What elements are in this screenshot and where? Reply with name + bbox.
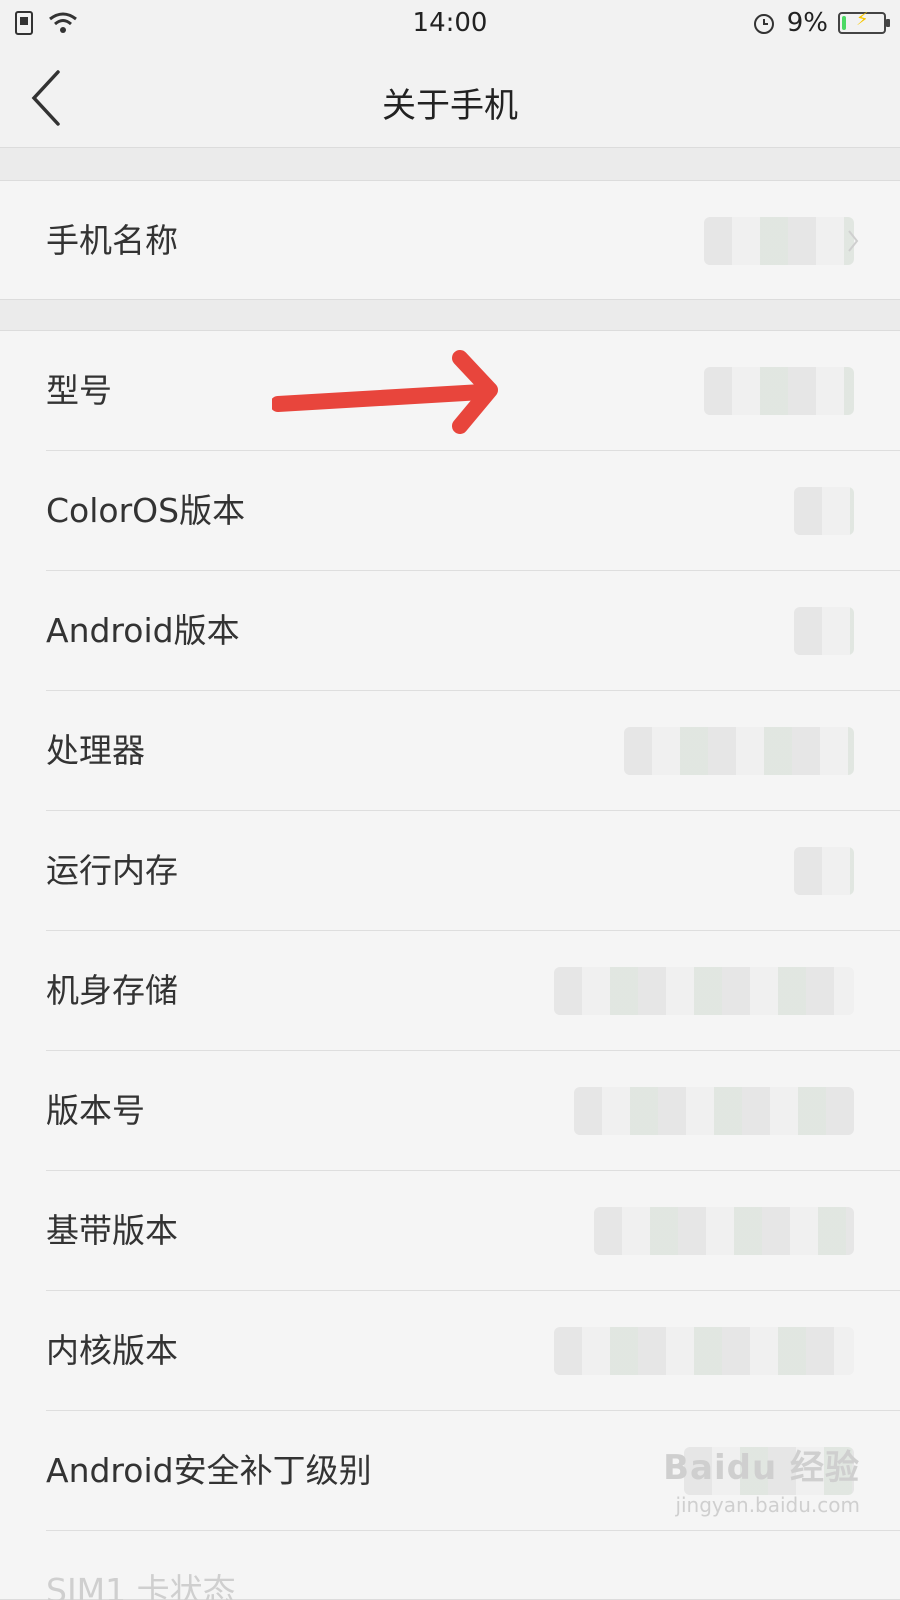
list-item-coloros-version: ColorOS版本 [0, 451, 900, 571]
list-item-baseband-version: 基带版本 [0, 1171, 900, 1291]
list-item-label: Android版本 [46, 611, 240, 650]
list-item-label: 内核版本 [46, 1331, 178, 1370]
list-item-label: 版本号 [46, 1091, 145, 1130]
value-redacted [554, 967, 854, 1015]
watermark: Baidu 经验 jingyan.baidu.com [663, 1440, 860, 1517]
value-redacted [704, 367, 854, 415]
list-item-label: SIM1 卡状态 [46, 1571, 236, 1600]
status-right: 9% ⚡ [751, 8, 890, 38]
battery-fill [842, 16, 846, 30]
list-item-phone-name[interactable]: 手机名称 [0, 181, 900, 301]
alarm-icon [753, 14, 774, 34]
arrow-shaft [272, 384, 490, 412]
value-redacted [574, 1087, 854, 1135]
list-item-build-number: 版本号 [0, 1051, 900, 1171]
settings-group-info: 型号 ColorOS版本 Android版本 处理器 运行内存 机身存储 版本号… [0, 330, 900, 1600]
list-item-ram: 运行内存 [0, 811, 900, 931]
list-item-label: 基带版本 [46, 1211, 178, 1250]
list-item-label: 机身存储 [46, 971, 178, 1010]
value-redacted [794, 847, 854, 895]
page-title: 关于手机 [382, 86, 518, 126]
value-redacted [554, 1327, 854, 1375]
chevron-right-icon [848, 230, 859, 252]
list-item-label: 运行内存 [46, 851, 178, 890]
list-item-label: Android安全补丁级别 [46, 1451, 372, 1490]
list-item-android-version: Android版本 [0, 571, 900, 691]
value-redacted [704, 217, 854, 265]
battery-percent: 9% [786, 8, 828, 38]
watermark-url: jingyan.baidu.com [675, 1493, 860, 1517]
battery-icon: ⚡ [838, 9, 890, 34]
list-item-label: 处理器 [46, 731, 145, 770]
list-item-label: 手机名称 [46, 221, 178, 260]
settings-group-device-name: 手机名称 [0, 180, 900, 300]
nav-bar: 关于手机 [0, 48, 900, 148]
value-redacted [794, 487, 854, 535]
watermark-brand: Baidu 经验 [663, 1448, 860, 1488]
list-item-sim1-status[interactable]: SIM1 卡状态 [0, 1531, 900, 1600]
annotation-arrow [272, 350, 498, 434]
list-item-label: 型号 [46, 371, 112, 410]
list-item-label: ColorOS版本 [46, 491, 246, 530]
list-item-kernel-version: 内核版本 [0, 1291, 900, 1411]
list-item-processor: 处理器 [0, 691, 900, 811]
list-item-storage: 机身存储 [0, 931, 900, 1051]
value-redacted [794, 607, 854, 655]
charging-icon: ⚡ [856, 9, 869, 30]
status-bar: 14:00 9% ⚡ [0, 0, 900, 48]
value-redacted [594, 1207, 854, 1255]
value-redacted [624, 727, 854, 775]
